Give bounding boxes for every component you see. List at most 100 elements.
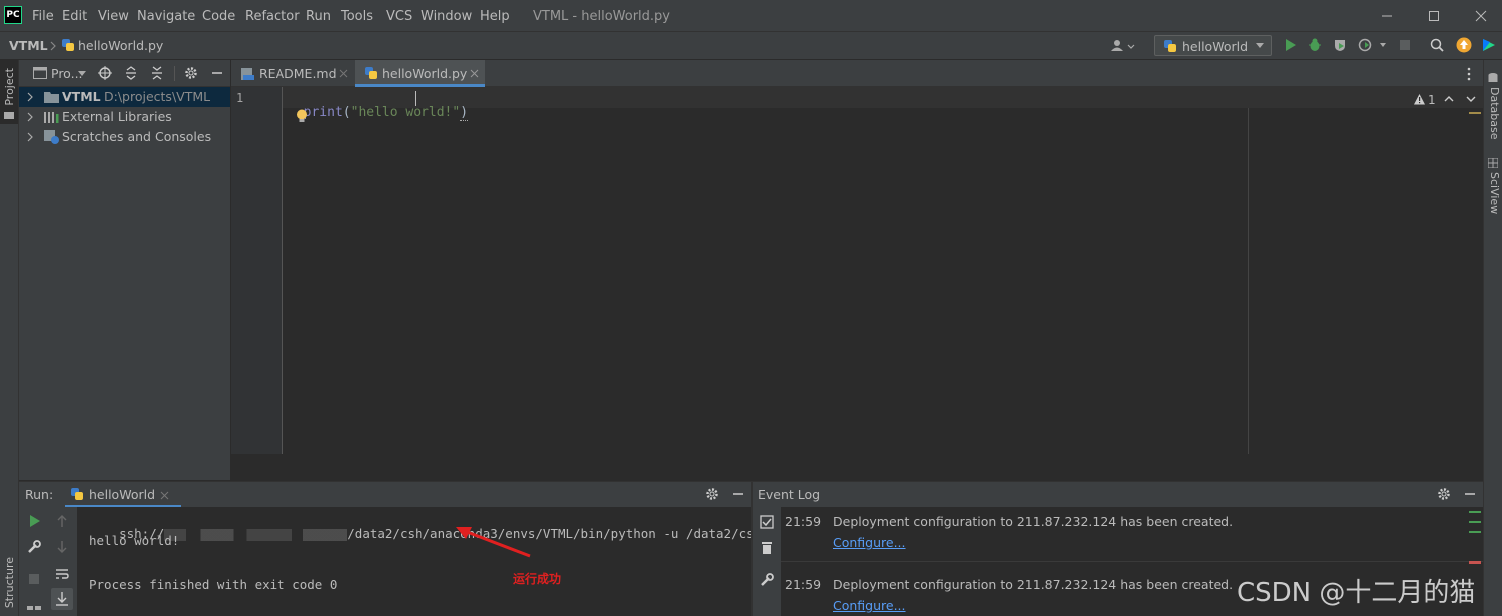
collapse-all-icon[interactable]: [150, 66, 164, 80]
soft-wrap-icon[interactable]: [55, 567, 69, 581]
code-paren: ): [460, 105, 469, 121]
wrench-icon[interactable]: [27, 540, 41, 554]
update-icon[interactable]: [1456, 37, 1472, 53]
event-log-toolbar: [753, 507, 781, 616]
arrow-up-icon[interactable]: [55, 514, 69, 528]
title-bar: PC File Edit View Navigate Code Refactor…: [0, 0, 1502, 31]
menu-view[interactable]: View: [98, 9, 129, 24]
tab-readme-label: README.md: [259, 66, 337, 81]
code-string: "hello world!": [350, 105, 461, 120]
menu-edit[interactable]: Edit: [62, 9, 87, 24]
run-icon[interactable]: [1283, 38, 1297, 52]
configure-link[interactable]: Configure...: [833, 598, 906, 613]
menu-tools[interactable]: Tools: [341, 9, 373, 24]
arrow-down-icon[interactable]: [55, 540, 69, 554]
menu-vcs[interactable]: VCS: [386, 9, 412, 24]
breadcrumb-file[interactable]: helloWorld.py: [78, 38, 163, 53]
sciview-icon: [1488, 158, 1498, 168]
right-tool-strip: Database SciView: [1483, 60, 1502, 616]
chevron-right-icon[interactable]: [26, 92, 34, 102]
structure-tool-label[interactable]: Structure: [3, 557, 16, 608]
minimize-icon[interactable]: [1380, 9, 1394, 23]
menu-file[interactable]: File: [32, 9, 54, 24]
stop-icon[interactable]: [1399, 39, 1411, 51]
menu-window[interactable]: Window: [421, 9, 472, 24]
run-config-select[interactable]: helloWorld: [1154, 35, 1272, 56]
log-status-mark: [1469, 561, 1481, 564]
close-tab-icon[interactable]: [160, 491, 169, 500]
locate-icon[interactable]: [98, 66, 112, 80]
tree-label-scratches: Scratches and Consoles: [62, 129, 212, 144]
tree-row-vtml[interactable]: VTML D:\projects\VTML: [19, 87, 230, 107]
tab-helloworld[interactable]: helloWorld.py: [355, 60, 485, 87]
layout-icon[interactable]: [27, 606, 41, 616]
hide-panel-icon[interactable]: [210, 66, 224, 80]
console-command: /data2/csh/anaconda3/envs/VTML/bin/pytho…: [347, 526, 769, 541]
expand-all-icon[interactable]: [124, 66, 138, 80]
profile-icon[interactable]: [1358, 38, 1386, 52]
watermark: CSDN @十二月的猫: [1237, 578, 1476, 608]
folder-small-icon: [4, 110, 14, 120]
tree-row-scratches[interactable]: Scratches and Consoles: [19, 127, 230, 147]
plugin-icon[interactable]: [1481, 37, 1497, 53]
tab-helloworld-label: helloWorld.py: [382, 66, 468, 81]
rerun-icon[interactable]: [27, 514, 41, 528]
console-line: ssh:///data2/csh/anaconda3/envs/VTML/bin…: [89, 511, 769, 556]
chevron-up-icon[interactable]: [1444, 95, 1454, 103]
search-icon[interactable]: [1430, 38, 1444, 52]
trash-icon[interactable]: [760, 541, 774, 555]
redacted-host: [164, 528, 348, 541]
tree-row-external-libraries[interactable]: External Libraries: [19, 107, 230, 127]
inspection-count: 1: [1428, 93, 1436, 107]
panel-view-icon: [33, 67, 47, 79]
database-tool-label[interactable]: Database: [1488, 87, 1501, 140]
more-icon[interactable]: [1466, 67, 1472, 81]
run-tab-label[interactable]: helloWorld: [89, 487, 155, 502]
project-panel: Pro... VTML D:\projects\VTML External Li…: [19, 60, 230, 480]
menu-refactor[interactable]: Refactor: [245, 9, 300, 24]
gear-icon[interactable]: [1437, 487, 1451, 501]
lightbulb-icon[interactable]: [296, 109, 308, 124]
hide-panel-icon[interactable]: [731, 487, 745, 501]
code-line[interactable]: print("hello world!"): [288, 90, 469, 121]
menu-run[interactable]: Run: [306, 9, 331, 24]
user-icon[interactable]: [1110, 38, 1136, 54]
coverage-icon[interactable]: [1333, 38, 1347, 52]
breadcrumb-project[interactable]: VTML: [9, 38, 48, 53]
mark-read-icon[interactable]: [760, 515, 774, 529]
log-message: Deployment configuration to 211.87.232.1…: [833, 514, 1234, 529]
close-tab-icon[interactable]: [339, 69, 348, 78]
tab-readme[interactable]: README.md: [231, 60, 355, 87]
menu-code[interactable]: Code: [202, 9, 235, 24]
debug-icon[interactable]: [1308, 38, 1322, 52]
gear-icon[interactable]: [705, 487, 719, 501]
wrench-icon[interactable]: [760, 573, 774, 587]
left-tool-strip: Project Structure: [0, 60, 19, 616]
menu-navigate[interactable]: Navigate: [137, 9, 195, 24]
maximize-icon[interactable]: [1427, 9, 1441, 23]
run-config-label: helloWorld: [1182, 39, 1249, 54]
run-console-output[interactable]: ssh:///data2/csh/anaconda3/envs/VTML/bin…: [77, 507, 769, 616]
chevron-right-icon[interactable]: [26, 112, 34, 122]
code-editor[interactable]: [283, 87, 1483, 454]
console-line: Process finished with exit code 0: [89, 577, 338, 592]
sciview-tool-label[interactable]: SciView: [1488, 172, 1501, 214]
log-divider: [781, 561, 1483, 562]
chevron-right-icon[interactable]: [26, 132, 34, 142]
hide-panel-icon[interactable]: [1463, 487, 1477, 501]
close-tab-icon[interactable]: [470, 69, 479, 78]
library-icon: [44, 111, 60, 124]
stop-icon[interactable]: [28, 573, 40, 585]
chevron-down-icon[interactable]: [1466, 95, 1476, 103]
log-status-mark: [1469, 511, 1481, 513]
tree-label-vtml: VTML: [62, 89, 101, 104]
scroll-to-end-icon[interactable]: [51, 588, 73, 610]
chevron-down-icon: [1255, 42, 1265, 50]
configure-link[interactable]: Configure...: [833, 535, 906, 550]
menu-help[interactable]: Help: [480, 9, 510, 24]
chevron-down-icon[interactable]: [77, 70, 87, 77]
close-icon[interactable]: [1474, 9, 1488, 23]
editor-bottom-area: [231, 454, 1483, 480]
warning-icon[interactable]: [1414, 94, 1425, 105]
gear-icon[interactable]: [184, 66, 198, 80]
